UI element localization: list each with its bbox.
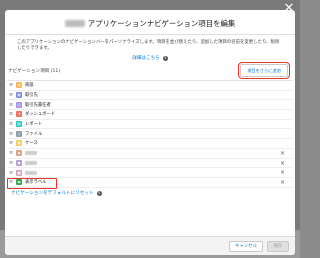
save-button[interactable]: 保存: [267, 240, 289, 252]
drag-handle-icon[interactable]: ≡: [9, 83, 13, 88]
nav-item-label: ダッシュボード: [25, 112, 56, 118]
drag-handle-icon[interactable]: ≡: [9, 112, 13, 117]
nav-item-row[interactable]: ≡ ▬ 表示ラベル ×: [7, 177, 293, 189]
nav-item-row[interactable]: ≡ ■ ×: [7, 168, 293, 178]
modal-footer: キャンセル 保存: [5, 236, 295, 255]
drag-handle-icon[interactable]: ≡: [9, 170, 13, 175]
remove-item-icon[interactable]: ×: [280, 179, 285, 186]
remove-item-icon[interactable]: ×: [280, 169, 285, 176]
highlight-annotation: [7, 177, 57, 189]
reset-row: ナビゲーションをデフォルトにリセット i: [5, 188, 295, 199]
reset-navigation-link[interactable]: ナビゲーションをデフォルトにリセット: [11, 190, 94, 196]
nav-item-label: 商談: [25, 83, 34, 89]
drag-handle-icon[interactable]: ≡: [9, 122, 13, 127]
nav-item-row[interactable]: ≡ ☺ 取引先責任者: [7, 100, 293, 111]
app-name-redacted: [64, 19, 85, 27]
nav-item-row[interactable]: ≡ ▦ 取引先: [7, 91, 293, 101]
details-link[interactable]: 詳細はこちら: [132, 55, 160, 61]
nav-item-row[interactable]: ≡ ◔ ダッシュボード: [7, 110, 293, 120]
drag-handle-icon[interactable]: ≡: [9, 141, 13, 146]
case-icon: ▣: [16, 140, 22, 147]
drag-handle-icon[interactable]: ≡: [9, 131, 13, 136]
remove-item-icon[interactable]: ×: [280, 150, 285, 157]
modal-header: アプリケーションナビゲーション項目を編集: [5, 10, 295, 35]
file-icon: ▯: [16, 130, 22, 137]
info-icon: i: [162, 55, 168, 61]
remove-item-icon[interactable]: ×: [280, 160, 285, 167]
nav-item-label: レポート: [25, 122, 43, 128]
list-toolbar: ナビゲーション項目 (11) 項目をさらに追加: [5, 62, 295, 80]
add-more-items-button[interactable]: 項目をさらに追加: [238, 62, 290, 79]
nav-item-label: ケース: [25, 141, 38, 147]
nav-item-label: 取引先責任者: [25, 102, 51, 108]
modal-description: このアプリケーションのナビゲーションバーをパーソナライズします。項目を並び替えた…: [17, 40, 280, 52]
dashboard-icon: ◔: [16, 111, 22, 118]
nav-item-list: ≡ ♛ 商談 ≡ ▦ 取引先 ≡ ☺ 取引先責任者 ≡ ◔ ダッシュボード ≡ ▤ レポート ≡ ▯ ファイル ≡ ▣…: [7, 80, 293, 189]
nav-item-label: 取引先: [25, 93, 38, 99]
drag-handle-icon[interactable]: ≡: [9, 102, 13, 107]
custom-object-icon: ●: [16, 159, 22, 166]
nav-item-count: ナビゲーション項目 (11): [8, 69, 61, 74]
custom-object-icon: ■: [16, 169, 22, 176]
nav-item-label: ファイル: [25, 131, 43, 137]
custom-object-icon: ◆: [16, 150, 22, 157]
drag-handle-icon[interactable]: ≡: [9, 93, 13, 98]
nav-item-row[interactable]: ≡ ▤ レポート: [7, 120, 293, 130]
drag-handle-icon[interactable]: ≡: [9, 151, 13, 156]
details-row: 詳細はこちら i: [5, 54, 295, 62]
cancel-button[interactable]: キャンセル: [229, 240, 263, 252]
nav-item-row[interactable]: ≡ ▯ ファイル: [7, 129, 293, 140]
info-icon: i: [96, 190, 102, 196]
report-icon: ▤: [16, 121, 22, 128]
nav-item-row[interactable]: ≡ ♛ 商談: [7, 81, 293, 91]
account-icon: ▦: [16, 92, 22, 99]
nav-item-label-redacted: [25, 160, 37, 165]
nav-item-row[interactable]: ≡ ● ×: [7, 159, 293, 169]
opportunity-icon: ♛: [16, 82, 22, 89]
nav-item-row[interactable]: ≡ ▣ ケース: [7, 139, 293, 149]
contact-icon: ☺: [16, 101, 22, 108]
drag-handle-icon[interactable]: ≡: [9, 160, 13, 165]
nav-item-label-redacted: [25, 151, 37, 156]
modal-title: アプリケーションナビゲーション項目を編集: [87, 18, 236, 28]
nav-item-row[interactable]: ≡ ◆ ×: [7, 149, 293, 159]
edit-nav-modal: アプリケーションナビゲーション項目を編集 このアプリケーションのナビゲーションバ…: [5, 10, 295, 255]
nav-item-label-redacted: [25, 170, 37, 175]
